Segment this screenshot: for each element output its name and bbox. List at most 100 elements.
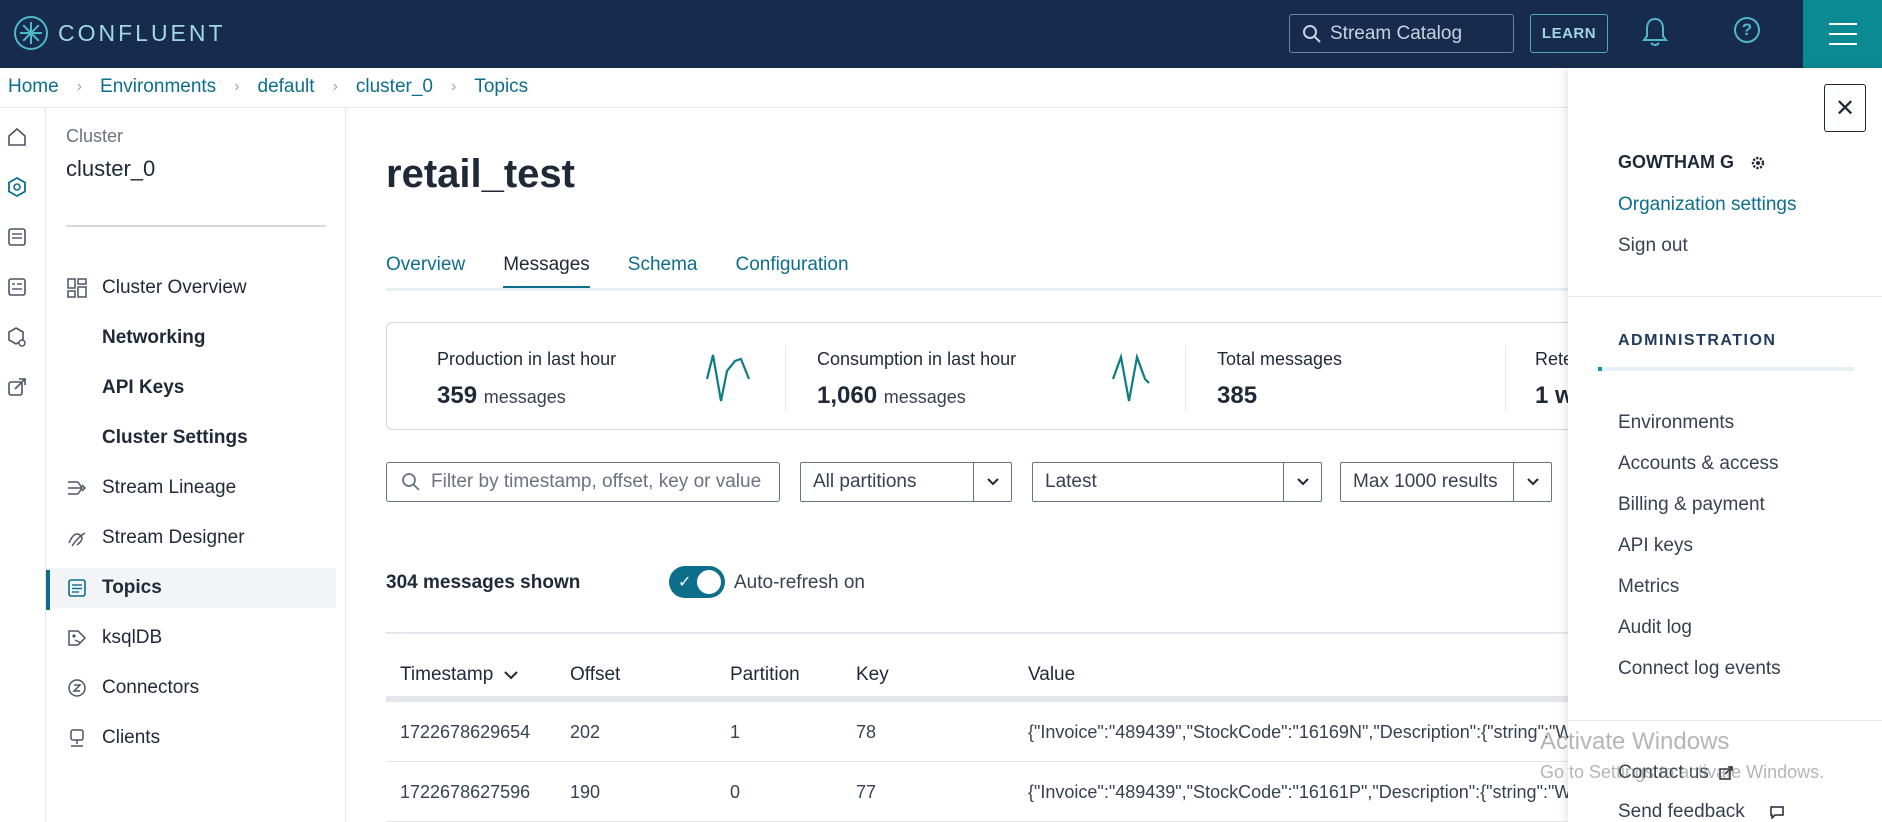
administration-indicator <box>1598 367 1854 371</box>
messages-shown-count: 304 messages shown <box>386 572 581 593</box>
column-key: Key <box>856 664 889 685</box>
stream-catalog-search[interactable]: Stream Catalog <box>1289 14 1514 53</box>
sidebar-item-label: Networking <box>102 327 206 348</box>
admin-item-metrics[interactable]: Metrics <box>1618 576 1679 598</box>
sidebar-item-ksqldb[interactable]: ksqlDB <box>66 618 336 658</box>
cell-value: {"Invoice":"489439","StockCode":"16169N"… <box>1028 722 1568 742</box>
sidebar-item-stream-designer[interactable]: Stream Designer <box>66 518 336 558</box>
hamburger-menu-button[interactable] <box>1803 0 1882 68</box>
topic-tabs: Overview Messages Schema Configuration <box>386 254 849 290</box>
tab-messages[interactable]: Messages <box>503 254 590 290</box>
confluent-logo[interactable]: CONFLUENT <box>14 16 226 50</box>
column-partition: Partition <box>730 664 800 685</box>
breadcrumb-topics[interactable]: Topics <box>474 76 528 98</box>
send-feedback-link[interactable]: Send feedback <box>1618 801 1785 822</box>
admin-item-api-keys[interactable]: API keys <box>1618 535 1693 557</box>
admin-item-audit-log[interactable]: Audit log <box>1618 617 1692 639</box>
sidebar-item-label: Cluster Settings <box>102 427 248 448</box>
help-icon[interactable]: ? <box>1734 17 1760 43</box>
activate-windows-watermark: Activate Windows <box>1540 728 1730 755</box>
main-content: retail_test Overview Messages Schema Con… <box>346 108 1568 822</box>
stat-value: 1 w <box>1535 382 1568 409</box>
breadcrumb-environments[interactable]: Environments <box>100 76 216 98</box>
account-menu-panel: ✕ GOWTHAM G Organization settings Sign o… <box>1568 68 1882 822</box>
sidebar-item-connectors[interactable]: Connectors <box>66 668 336 708</box>
sidebar-item-label: Cluster Overview <box>102 277 247 298</box>
chevron-right-icon: › <box>76 78 83 95</box>
sidebar-item-label: ksqlDB <box>102 627 163 648</box>
admin-item-environments[interactable]: Environments <box>1618 412 1734 434</box>
production-sparkline <box>705 354 751 402</box>
stat-value: 385 <box>1217 382 1258 409</box>
sidebar-item-label: Clients <box>102 727 161 748</box>
sign-out-link[interactable]: Sign out <box>1618 235 1688 257</box>
confluent-logo-icon <box>14 16 48 50</box>
cell-value: {"Invoice":"489439","StockCode":"16161P"… <box>1028 782 1568 802</box>
sidebar-item-clients[interactable]: Clients <box>66 718 336 758</box>
active-indicator <box>46 570 50 610</box>
stat-label: Rete <box>1535 349 1568 369</box>
consumption-sparkline <box>1111 352 1150 402</box>
max-results-value: Max 1000 results <box>1353 471 1498 492</box>
tab-configuration[interactable]: Configuration <box>736 254 849 288</box>
notifications-bell-icon[interactable] <box>1640 16 1670 48</box>
breadcrumb-cluster[interactable]: cluster_0 <box>356 76 433 98</box>
schema-icon[interactable] <box>6 276 28 298</box>
tab-schema[interactable]: Schema <box>628 254 698 288</box>
admin-item-connect-log-events[interactable]: Connect log events <box>1618 658 1781 680</box>
panel-divider <box>1568 720 1882 721</box>
panel-divider <box>1568 296 1882 297</box>
sidebar-item-api-keys[interactable]: API Keys <box>66 368 336 408</box>
stats-panel: Production in last hour 359 messages Con… <box>386 322 1568 430</box>
cell-timestamp: 1722678627596 <box>400 782 531 802</box>
message-filter-input[interactable]: Filter by timestamp, offset, key or valu… <box>386 462 780 502</box>
breadcrumb-default[interactable]: default <box>258 76 315 98</box>
cluster-sidebar: Cluster cluster_0 Cluster Overview Netwo… <box>46 108 346 822</box>
chevron-down-icon[interactable] <box>973 463 1011 501</box>
sidebar-item-label: Topics <box>102 577 162 598</box>
sidebar-item-cluster-overview[interactable]: Cluster Overview <box>66 268 336 308</box>
search-icon <box>402 473 420 491</box>
share-icon[interactable] <box>6 376 28 398</box>
breadcrumb-home[interactable]: Home <box>8 76 59 98</box>
integrations-icon[interactable] <box>6 326 28 348</box>
admin-item-billing-payment[interactable]: Billing & payment <box>1618 494 1765 516</box>
admin-item-accounts-access[interactable]: Accounts & access <box>1618 453 1779 475</box>
chevron-down-icon[interactable] <box>1513 463 1551 501</box>
tab-overview[interactable]: Overview <box>386 254 465 288</box>
auto-refresh-toggle[interactable]: ✓ <box>669 566 725 598</box>
chevron-down-icon[interactable] <box>1283 463 1321 501</box>
sidebar-item-cluster-settings[interactable]: Cluster Settings <box>66 418 336 458</box>
partitions-select[interactable]: All partitions <box>800 462 1012 502</box>
position-select[interactable]: Latest <box>1032 462 1322 502</box>
activate-windows-subtext: Go to Settings to activate Windows. <box>1540 762 1825 782</box>
learn-button[interactable]: LEARN <box>1530 14 1608 53</box>
environments-icon[interactable] <box>6 176 28 198</box>
table-row[interactable]: 1722678629654 202 1 78 {"Invoice":"48943… <box>386 702 1568 762</box>
search-icon <box>1303 24 1321 43</box>
gear-icon[interactable] <box>1750 155 1766 171</box>
stat-label: Consumption in last hour <box>817 349 1017 369</box>
feedback-icon <box>1770 806 1784 819</box>
sidebar-item-networking[interactable]: Networking <box>66 318 336 358</box>
home-icon[interactable] <box>6 126 28 148</box>
ksqldb-icon <box>68 630 87 646</box>
check-icon: ✓ <box>678 574 692 591</box>
sidebar-divider <box>66 225 326 227</box>
table-row[interactable]: 1722678627596 190 0 77 {"Invoice":"48943… <box>386 762 1568 822</box>
organization-settings-link[interactable]: Organization settings <box>1618 194 1797 216</box>
filter-placeholder: Filter by timestamp, offset, key or valu… <box>431 471 762 492</box>
data-portal-icon[interactable] <box>6 226 28 248</box>
column-timestamp[interactable]: Timestamp <box>400 664 519 686</box>
designer-icon <box>68 532 86 547</box>
chevron-right-icon: › <box>332 78 338 95</box>
clients-icon <box>70 729 84 747</box>
sidebar-item-topics[interactable]: Topics <box>46 568 336 608</box>
sidebar-item-stream-lineage[interactable]: Stream Lineage <box>66 468 336 508</box>
sort-desc-icon[interactable] <box>503 670 519 680</box>
close-icon[interactable]: ✕ <box>1824 84 1866 132</box>
cluster-name: cluster_0 <box>66 156 156 181</box>
page-title: retail_test <box>386 152 575 196</box>
max-results-select[interactable]: Max 1000 results <box>1340 462 1552 502</box>
dashboard-icon <box>67 278 87 298</box>
